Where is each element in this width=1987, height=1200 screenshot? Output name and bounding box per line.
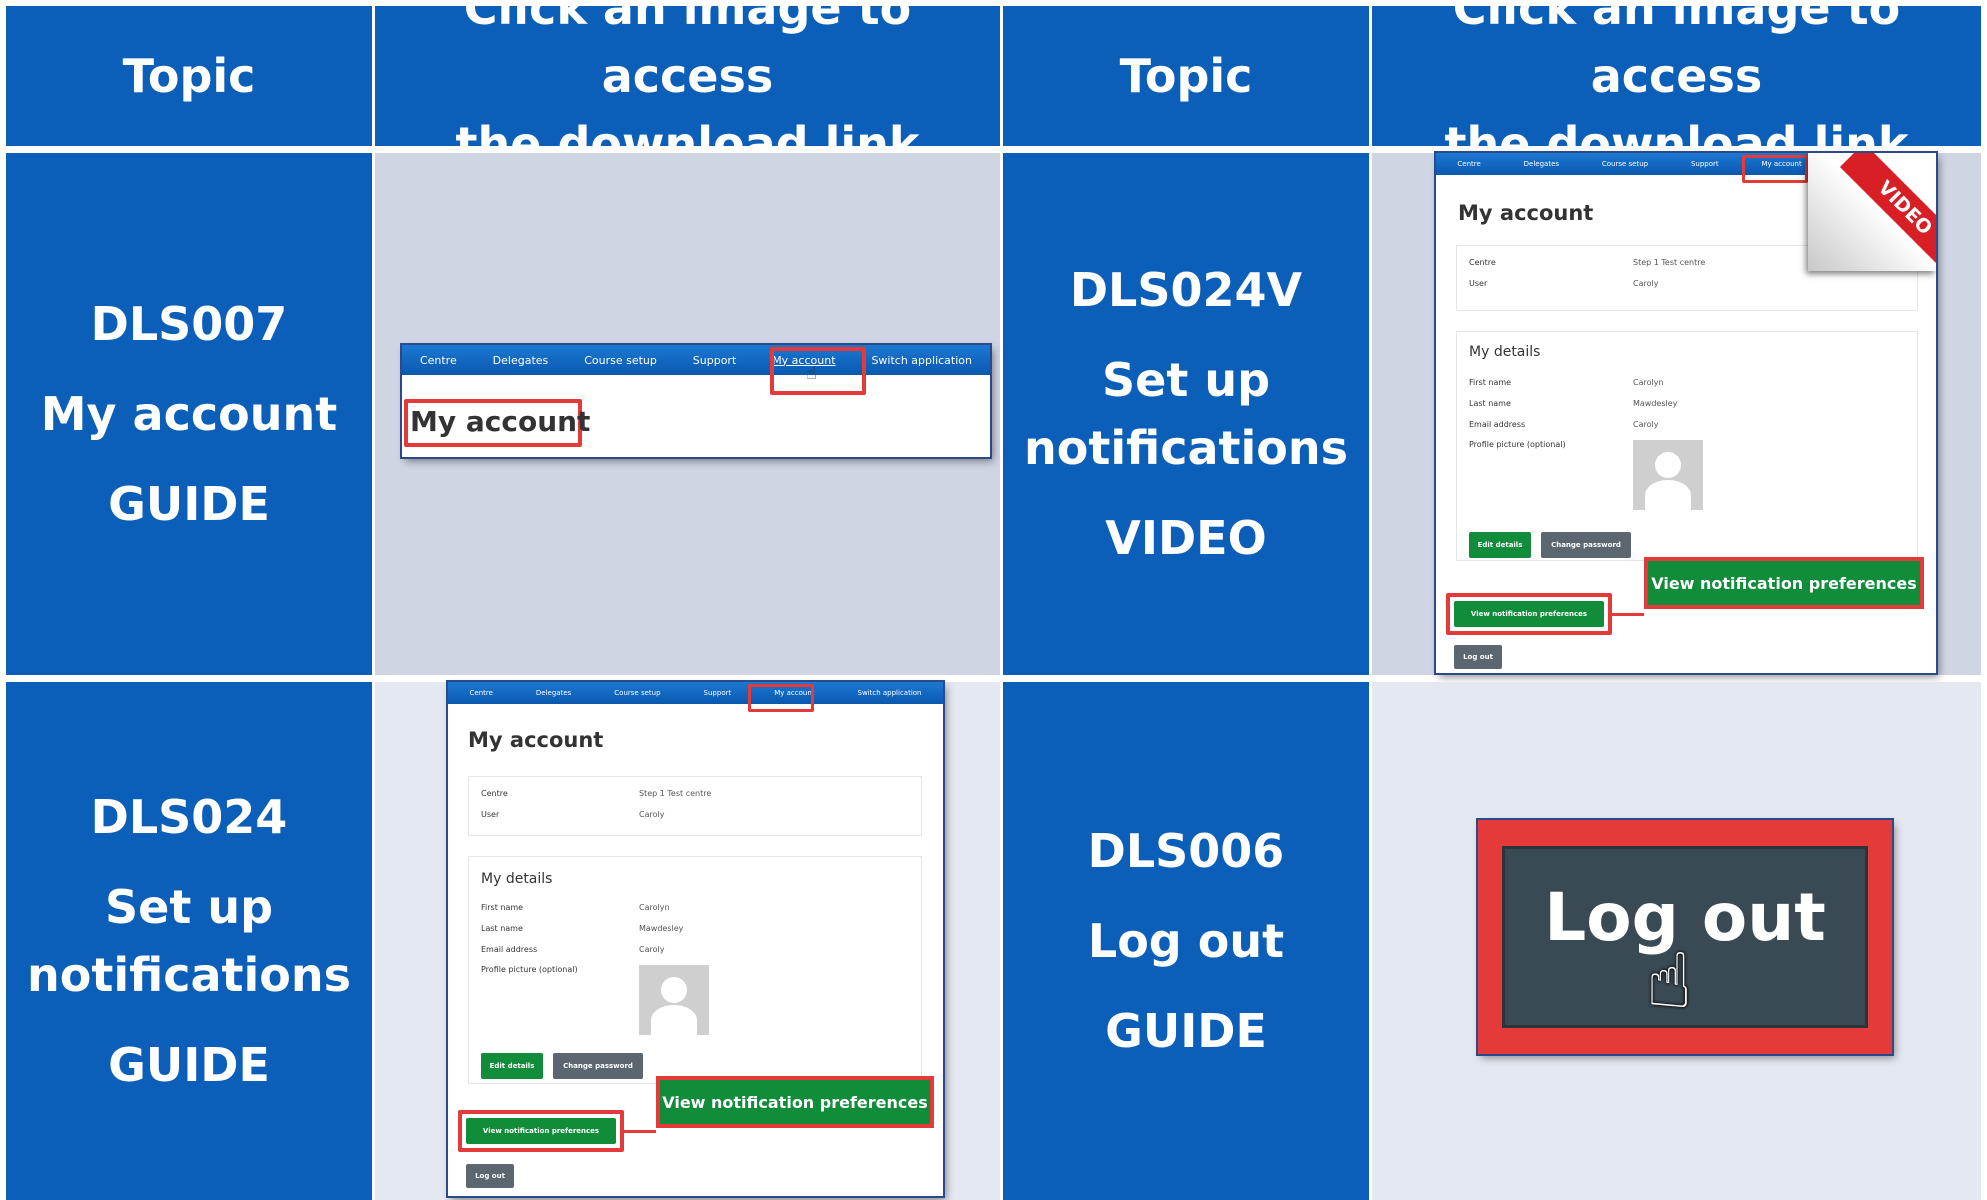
topic-code: DLS024 — [90, 790, 288, 844]
profile-avatar — [1633, 440, 1703, 510]
notification-callout: View notification preferences — [656, 1076, 934, 1128]
change-password-button[interactable]: Change password — [553, 1053, 643, 1079]
topic-title: Set up — [1101, 353, 1270, 407]
hand-pointer-icon: ☝ — [1646, 936, 1693, 1025]
picture-label: Profile picture (optional) — [1469, 440, 1566, 449]
last-name-value: Mawdesley — [1633, 399, 1678, 408]
topic-type: VIDEO — [1105, 511, 1267, 565]
centre-label: Centre — [481, 789, 508, 798]
nav-highlight — [1742, 155, 1808, 183]
nav-delegates: Delegates — [1523, 160, 1560, 168]
callout-connector — [1612, 613, 1644, 616]
page-heading: My account — [468, 728, 604, 752]
topic-type: GUIDE — [108, 477, 270, 531]
nav-delegates: Delegates — [535, 689, 572, 697]
image-cell-dls024: Centre Delegates Course setup Support My… — [375, 682, 1000, 1200]
nav-centre: Centre — [1457, 160, 1481, 168]
nav-course-setup: Course setup — [614, 689, 661, 697]
last-name-label: Last name — [1469, 399, 1511, 408]
topic-title: Log out — [1087, 914, 1285, 968]
centre-label: Centre — [1469, 258, 1496, 267]
topic-title-2: notifications — [1024, 421, 1348, 475]
nav-support: Support — [703, 689, 732, 697]
topic-type: GUIDE — [1105, 1004, 1267, 1058]
nav-switch-application: Switch application — [857, 689, 922, 697]
image-cell-dls007: Centre Delegates Course setup Support My… — [375, 153, 1000, 675]
nav-course-setup: Course setup — [584, 353, 657, 367]
nav-support: Support — [1690, 160, 1719, 168]
header-topic-2: Topic — [1003, 6, 1369, 146]
nav-course-setup: Course setup — [1601, 160, 1649, 168]
details-panel: My details First name Carolyn Last name … — [468, 856, 922, 1084]
pointer-icon: ☝ — [806, 363, 817, 384]
callout-connector — [624, 1130, 656, 1133]
notifications-guide-image-link[interactable]: Centre Delegates Course setup Support My… — [448, 682, 943, 1196]
user-value: Caroly — [1633, 279, 1659, 288]
logout-button-small[interactable]: Log out — [1454, 645, 1502, 669]
nav-centre: Centre — [469, 689, 493, 697]
header-click-2: Click an image to access the download li… — [1372, 0, 1981, 171]
topic-code: DLS024V — [1069, 263, 1303, 317]
first-name-value: Carolyn — [1633, 378, 1664, 387]
nav-highlight — [770, 347, 866, 395]
email-value: Caroly — [639, 945, 665, 954]
nav-highlight — [748, 684, 814, 712]
button-highlight — [1446, 593, 1612, 635]
nav-switch-application: Switch application — [871, 353, 972, 367]
topic-title: Set up — [104, 880, 273, 934]
last-name-value: Mawdesley — [639, 924, 684, 933]
video-badge-label: VIDEO — [1873, 176, 1936, 240]
topic-code: DLS006 — [1087, 824, 1285, 878]
nav-support: Support — [692, 353, 737, 367]
topic-title: My account — [40, 387, 338, 441]
image-cell-dls024v: Centre Delegates Course setup Support My… — [1372, 153, 1981, 675]
email-label: Email address — [481, 945, 538, 954]
centre-value: Step 1 Test centre — [1633, 258, 1706, 267]
picture-label: Profile picture (optional) — [481, 965, 578, 974]
user-label: User — [481, 810, 500, 819]
header-click-1: Click an image to access the download li… — [375, 0, 1000, 171]
centre-panel: Centre Step 1 Test centre User Caroly — [468, 776, 922, 836]
log-out-image-link[interactable]: Log out ☝ — [1478, 820, 1892, 1054]
details-panel: My details First name Carolyn Last name … — [1456, 331, 1918, 561]
notifications-video-image-link[interactable]: Centre Delegates Course setup Support My… — [1436, 153, 1936, 673]
topic-dls024: DLS024 Set up notifications GUIDE — [6, 682, 372, 1200]
logout-button-small[interactable]: Log out — [466, 1164, 514, 1188]
email-value: Caroly — [1633, 420, 1659, 429]
edit-details-button[interactable]: Edit details — [481, 1053, 543, 1079]
profile-avatar — [639, 965, 709, 1035]
first-name-label: First name — [481, 903, 524, 912]
page-heading: My account — [1458, 201, 1594, 225]
header-line1: Click an image to access — [1452, 0, 1901, 103]
details-heading: My details — [1469, 344, 1541, 360]
page-heading: My account — [410, 405, 591, 438]
change-password-button[interactable]: Change password — [1541, 532, 1631, 558]
user-label: User — [1469, 279, 1488, 288]
topic-dls006: DLS006 Log out GUIDE — [1003, 682, 1369, 1200]
first-name-label: First name — [1469, 378, 1512, 387]
topic-type: GUIDE — [108, 1038, 270, 1092]
details-heading: My details — [481, 871, 553, 887]
my-account-image-link[interactable]: Centre Delegates Course setup Support My… — [402, 345, 990, 457]
edit-details-button[interactable]: Edit details — [1469, 532, 1531, 558]
first-name-value: Carolyn — [639, 903, 670, 912]
topic-dls024v: DLS024V Set up notifications VIDEO — [1003, 153, 1369, 675]
nav-centre: Centre — [419, 353, 457, 367]
topic-code: DLS007 — [90, 297, 288, 351]
notification-callout: View notification preferences — [1644, 557, 1924, 609]
centre-value: Step 1 Test centre — [639, 789, 712, 798]
image-cell-dls006: Log out ☝ — [1372, 682, 1981, 1200]
nav-delegates: Delegates — [492, 353, 549, 367]
topic-title-2: notifications — [27, 948, 351, 1002]
header-line1: Click an image to access — [463, 0, 912, 103]
video-badge: VIDEO — [1808, 153, 1936, 271]
topic-dls007: DLS007 My account GUIDE — [6, 153, 372, 675]
button-highlight — [458, 1110, 624, 1152]
email-label: Email address — [1469, 420, 1526, 429]
header-topic-1: Topic — [6, 6, 372, 146]
last-name-label: Last name — [481, 924, 523, 933]
user-value: Caroly — [639, 810, 665, 819]
